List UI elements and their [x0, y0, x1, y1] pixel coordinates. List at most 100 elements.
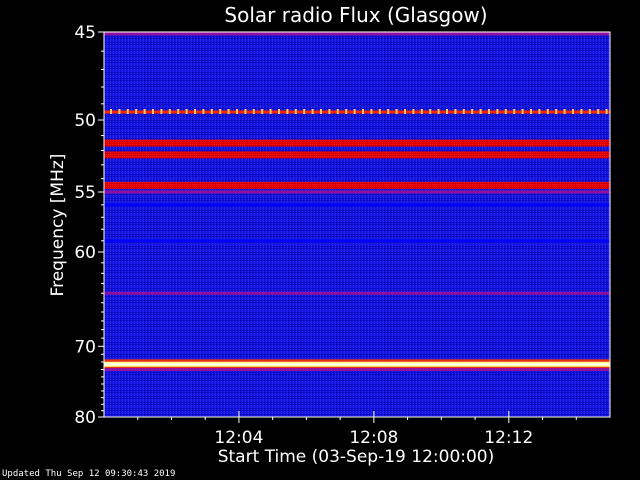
texture-line: [104, 280, 610, 281]
texture-line: [104, 136, 610, 137]
texture-line: [104, 208, 610, 209]
spike-mark: [345, 109, 348, 114]
spike-mark: [446, 109, 448, 114]
texture-line: [104, 226, 610, 227]
spike-mark: [387, 109, 390, 114]
texture-line: [104, 100, 610, 101]
spike-mark: [328, 109, 331, 114]
texture-line: [104, 52, 610, 53]
spike-mark: [303, 109, 306, 114]
spike-mark: [336, 109, 339, 114]
texture-line: [104, 214, 610, 215]
x-tick-label: 12:08: [349, 428, 398, 448]
texture-line: [104, 400, 610, 401]
spike-mark: [194, 109, 196, 114]
texture-line: [104, 238, 610, 239]
spike-mark: [168, 109, 171, 114]
texture-line: [104, 250, 610, 251]
x-tick-label: 12:04: [214, 428, 263, 448]
spike-mark: [580, 109, 583, 114]
spike-mark: [278, 109, 280, 114]
texture-line: [104, 262, 610, 263]
spike-mark: [597, 109, 600, 114]
texture-line: [104, 304, 610, 305]
texture-line: [104, 256, 610, 257]
spike-mark: [462, 109, 465, 114]
spike-mark: [538, 109, 541, 114]
x-axis-label: Start Time (03-Sep-19 12:00:00): [218, 447, 495, 467]
band: [104, 291, 610, 295]
texture-line: [104, 130, 610, 131]
texture-line: [104, 118, 610, 119]
spike-mark: [605, 109, 608, 114]
spike-mark: [160, 109, 163, 114]
spike-mark: [118, 109, 121, 114]
spike-mark: [269, 109, 272, 114]
texture-line: [104, 298, 610, 299]
spike-mark: [572, 109, 574, 114]
texture-line: [104, 88, 610, 89]
texture-line: [104, 382, 610, 383]
y-tick-label: 55: [74, 183, 96, 203]
spike-mark: [219, 109, 222, 114]
texture-line: [104, 172, 610, 173]
spike-mark: [504, 109, 507, 114]
band: [104, 151, 610, 159]
spike-mark: [530, 109, 532, 114]
y-tick-label: 70: [74, 337, 96, 357]
y-axis-label: Frequency [MHz]: [48, 154, 68, 297]
spike-mark: [513, 109, 516, 114]
spike-mark: [454, 109, 457, 114]
band: [104, 190, 610, 194]
texture-line: [104, 70, 610, 71]
band: [104, 368, 610, 372]
y-tick-label: 80: [74, 408, 96, 428]
texture-line: [104, 166, 610, 167]
spike-mark: [143, 109, 146, 114]
spike-mark: [126, 109, 129, 114]
spike-mark: [236, 109, 238, 114]
band: [104, 32, 610, 36]
spike-mark: [546, 109, 549, 114]
spike-mark: [135, 109, 138, 114]
chart-title: Solar radio Flux (Glasgow): [224, 3, 487, 27]
spike-mark: [185, 109, 188, 114]
band: [104, 203, 610, 207]
texture-line: [104, 352, 610, 353]
texture-line: [104, 310, 610, 311]
spike-mark: [320, 109, 322, 114]
spike-mark: [252, 109, 255, 114]
texture-line: [104, 406, 610, 407]
spike-mark: [362, 109, 364, 114]
spike-mark: [555, 109, 558, 114]
spike-mark: [471, 109, 474, 114]
texture-line: [104, 340, 610, 341]
texture-line: [104, 346, 610, 347]
texture-line: [104, 334, 610, 335]
spike-mark: [437, 109, 440, 114]
spike-mark: [311, 109, 314, 114]
y-tick-label: 45: [74, 23, 96, 43]
texture-line: [104, 286, 610, 287]
texture-line: [104, 412, 610, 413]
texture-line: [104, 40, 610, 41]
texture-line: [104, 328, 610, 329]
spike-mark: [353, 109, 356, 114]
texture-line: [104, 160, 610, 161]
texture-line: [104, 394, 610, 395]
texture-line: [104, 178, 610, 179]
spike-mark: [286, 109, 289, 114]
texture-line: [104, 196, 610, 197]
updated-timestamp: Updated Thu Sep 12 09:30:43 2019: [2, 469, 176, 479]
plot-background: [104, 32, 610, 417]
spike-mark: [227, 109, 230, 114]
texture-line: [104, 106, 610, 107]
y-axis: 45 50 55 60 70 80: [74, 23, 104, 428]
spike-mark: [294, 109, 297, 114]
spike-baseline: [104, 111, 610, 113]
spike-mark: [244, 109, 247, 114]
texture-line: [104, 64, 610, 65]
texture-line: [104, 274, 610, 275]
y-tick-label: 60: [74, 243, 96, 263]
spike-mark: [588, 109, 591, 114]
